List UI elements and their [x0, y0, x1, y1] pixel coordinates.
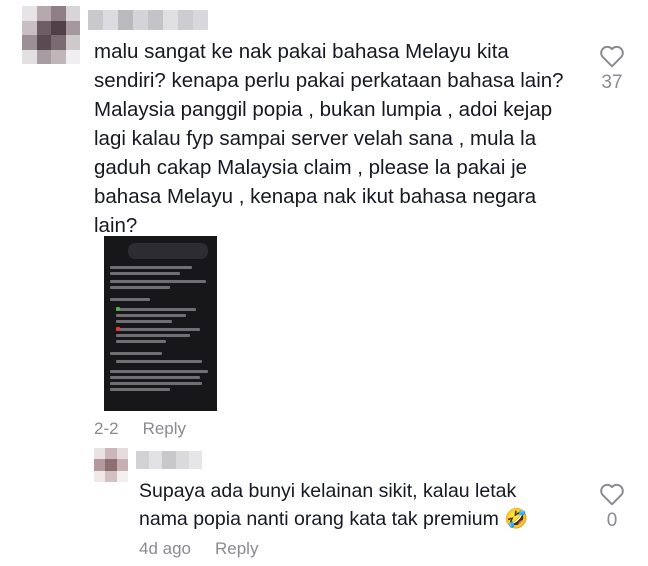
pixel-block	[51, 49, 66, 64]
like-count: 37	[601, 72, 623, 93]
screenshot-text-line	[110, 280, 206, 283]
comment-meta: 2-2 Reply	[94, 419, 186, 439]
avatar[interactable]	[22, 6, 80, 64]
like-button[interactable]: 37	[594, 44, 630, 94]
pixel-block	[149, 451, 163, 469]
pixel-block	[175, 451, 189, 469]
screenshot-text-line	[110, 388, 170, 391]
pixel-block	[94, 470, 106, 482]
pixel-block	[116, 470, 128, 482]
pixel-block	[22, 35, 37, 50]
screenshot-text-line	[116, 320, 172, 323]
screenshot-text-line	[110, 352, 162, 355]
pixel-block	[51, 20, 66, 35]
pixel-block	[36, 20, 51, 35]
screenshot-text-line	[116, 314, 186, 317]
pixel-block	[116, 459, 128, 471]
pixel-block	[103, 10, 118, 30]
pixel-block	[22, 49, 37, 64]
pixel-block	[22, 6, 37, 21]
pixel-block	[118, 10, 133, 30]
pixel-block	[105, 470, 117, 482]
reply-date: 4d ago	[139, 539, 191, 558]
screenshot-text-line	[110, 382, 202, 385]
pixel-block	[94, 448, 106, 460]
pixel-block	[116, 448, 128, 460]
reply-avatar[interactable]	[94, 448, 128, 482]
screenshot-text-line	[110, 286, 170, 289]
pixel-block	[163, 10, 178, 30]
pixel-block	[65, 35, 80, 50]
screenshot-text-line	[116, 328, 200, 331]
reply-button[interactable]: Reply	[143, 419, 186, 438]
screenshot-text-line	[116, 334, 190, 337]
attached-screenshot-image[interactable]	[104, 236, 217, 411]
pixel-block	[94, 459, 106, 471]
pixel-block	[65, 6, 80, 21]
comment-date: 2-2	[94, 419, 119, 438]
screenshot-text-line	[110, 272, 180, 275]
reply-username-blurred[interactable]	[136, 451, 202, 469]
comment-text: malu sangat ke nak pakai bahasa Melayu k…	[94, 40, 564, 237]
screenshot-mark-icon	[116, 307, 120, 311]
username-blurred[interactable]	[88, 10, 208, 30]
screenshot-text-line	[110, 298, 150, 301]
reply-meta: 4d ago Reply	[139, 539, 258, 559]
heart-outline-icon	[600, 483, 624, 506]
pixel-block	[193, 10, 208, 30]
pixel-block	[188, 451, 202, 469]
pixel-block	[65, 20, 80, 35]
heart-outline-icon	[600, 45, 624, 68]
pixel-block	[105, 448, 117, 460]
pixel-block	[36, 49, 51, 64]
screenshot-text-line	[116, 308, 196, 311]
pixel-block	[65, 49, 80, 64]
pixel-block	[22, 20, 37, 35]
screenshot-text-line	[110, 370, 208, 373]
reply-text: Supaya ada bunyi kelainan sikit, kalau l…	[139, 480, 529, 530]
pixel-block	[133, 10, 148, 30]
pixel-block	[88, 10, 103, 30]
screenshot-text-line	[116, 360, 202, 363]
chat-bubble	[128, 243, 208, 259]
pixel-block	[178, 10, 193, 30]
pixel-block	[51, 6, 66, 21]
pixel-block	[51, 35, 66, 50]
pixel-block	[148, 10, 163, 30]
pixel-block	[36, 35, 51, 50]
screenshot-mark-icon	[116, 327, 120, 331]
pixel-block	[36, 6, 51, 21]
pixel-block	[136, 451, 150, 469]
reply-like-button[interactable]: 0	[594, 482, 630, 532]
pixel-block	[105, 459, 117, 471]
reply-button[interactable]: Reply	[215, 539, 258, 558]
reply-like-count: 0	[606, 510, 618, 531]
pixel-block	[162, 451, 176, 469]
screenshot-text-line	[116, 340, 166, 343]
screenshot-text-line	[110, 266, 192, 269]
screenshot-text-line	[110, 376, 200, 379]
